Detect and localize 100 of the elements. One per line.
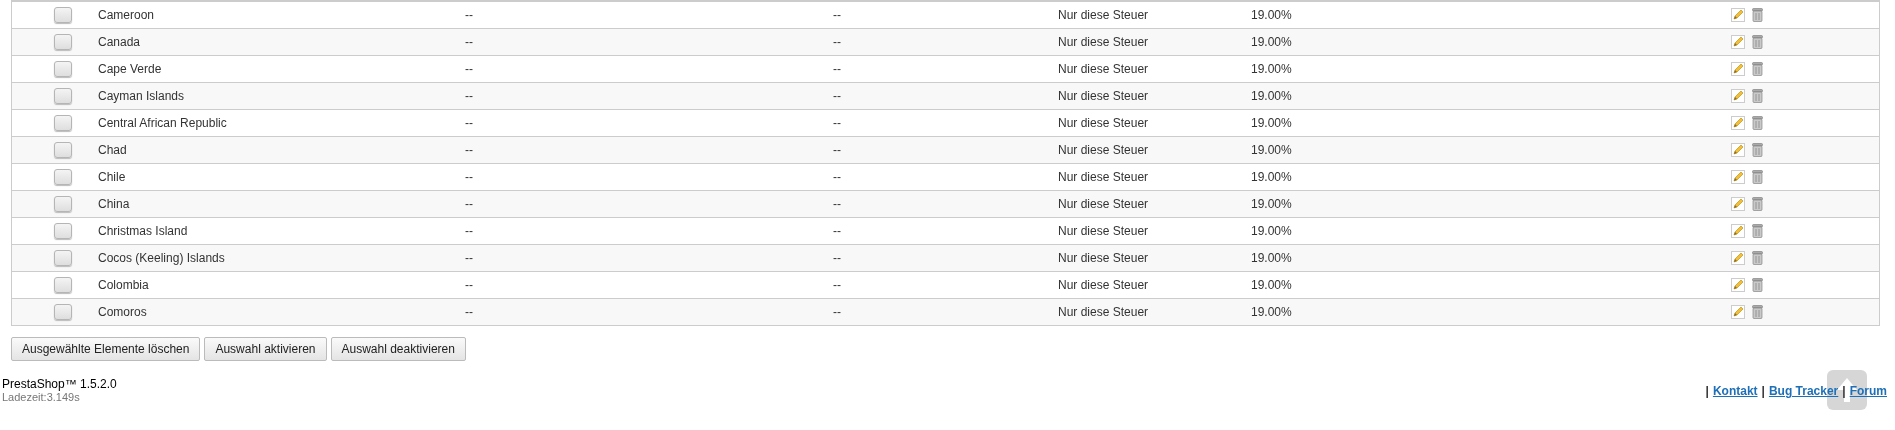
- footer-link[interactable]: Bug Tracker: [1768, 384, 1839, 398]
- description-cell-text: --: [833, 62, 842, 76]
- tax-cell-text: 19.00%: [1251, 251, 1293, 265]
- edit-icon[interactable]: [1731, 197, 1745, 211]
- tax-cell-text: 19.00%: [1251, 8, 1293, 22]
- delete-icon[interactable]: [1752, 62, 1763, 76]
- row-checkbox[interactable]: [54, 277, 72, 293]
- country-cell-text: Chile: [98, 170, 127, 184]
- zip-range-cell-text: --: [465, 251, 474, 265]
- zip-range-cell-text: --: [465, 8, 474, 22]
- row-checkbox[interactable]: [54, 250, 72, 266]
- delete-icon[interactable]: [1752, 224, 1763, 238]
- bulk-action-button[interactable]: Ausgewählte Elemente löschen: [11, 337, 201, 361]
- row-checkbox[interactable]: [54, 223, 72, 239]
- delete-icon[interactable]: [1752, 35, 1763, 49]
- behavior-cell-text: Nur diese Steuer: [1058, 197, 1150, 211]
- delete-icon[interactable]: [1752, 197, 1763, 211]
- delete-icon[interactable]: [1752, 89, 1763, 103]
- row-checkbox[interactable]: [54, 7, 72, 23]
- footer-link[interactable]: Kontakt: [1712, 384, 1758, 398]
- load-time-text: Ladezeit:3.149s: [2, 391, 81, 404]
- row-checkbox[interactable]: [54, 115, 72, 131]
- tax-cell-text: 19.00%: [1251, 62, 1293, 76]
- tax-cell-text: 19.00%: [1251, 143, 1293, 157]
- edit-icon[interactable]: [1731, 170, 1745, 184]
- bulk-action-button[interactable]: Auswahl aktivieren: [204, 337, 327, 361]
- country-cell-text: Central African Republic: [98, 116, 228, 130]
- description-cell-text: --: [833, 170, 842, 184]
- zip-range-cell-text: --: [465, 35, 474, 49]
- delete-icon[interactable]: [1752, 116, 1763, 130]
- country-cell-text: Cameroon: [98, 8, 156, 22]
- row-checkbox[interactable]: [54, 196, 72, 212]
- zip-range-cell-text: --: [465, 278, 474, 292]
- description-cell-text: --: [833, 35, 842, 49]
- behavior-cell-text: Nur diese Steuer: [1058, 278, 1150, 292]
- edit-icon[interactable]: [1731, 305, 1745, 319]
- zip-range-cell-text: --: [465, 305, 474, 319]
- description-cell-text: --: [833, 251, 842, 265]
- country-cell-text: China: [98, 197, 131, 211]
- delete-icon[interactable]: [1752, 251, 1763, 265]
- edit-icon[interactable]: [1731, 89, 1745, 103]
- edit-icon[interactable]: [1731, 278, 1745, 292]
- zip-range-cell-text: --: [465, 89, 474, 103]
- edit-icon[interactable]: [1731, 62, 1745, 76]
- edit-icon[interactable]: [1731, 35, 1745, 49]
- row-checkbox[interactable]: [54, 61, 72, 77]
- bulk-action-button[interactable]: Auswahl deaktivieren: [330, 337, 466, 361]
- zip-range-cell-text: --: [465, 62, 474, 76]
- behavior-cell-text: Nur diese Steuer: [1058, 224, 1150, 238]
- edit-icon[interactable]: [1731, 116, 1745, 130]
- description-cell-text: --: [833, 224, 842, 238]
- country-cell-text: Chad: [98, 143, 128, 157]
- version-text: PrestaShop™ 1.5.2.0: [2, 378, 117, 391]
- zip-range-cell-text: --: [465, 170, 474, 184]
- behavior-cell-text: Nur diese Steuer: [1058, 143, 1150, 157]
- tax-cell-text: 19.00%: [1251, 278, 1293, 292]
- footer-link[interactable]: Forum: [1849, 384, 1887, 398]
- country-cell-text: Comoros: [98, 305, 148, 319]
- delete-icon[interactable]: [1752, 8, 1763, 22]
- separator-text: |: [1705, 384, 1709, 398]
- row-checkbox[interactable]: [54, 88, 72, 104]
- description-cell-text: --: [833, 143, 842, 157]
- tax-cell-text: 19.00%: [1251, 116, 1293, 130]
- row-checkbox[interactable]: [54, 142, 72, 158]
- edit-icon[interactable]: [1731, 224, 1745, 238]
- behavior-cell-text: Nur diese Steuer: [1058, 251, 1150, 265]
- tax-cell-text: 19.00%: [1251, 197, 1293, 211]
- behavior-cell-text: Nur diese Steuer: [1058, 8, 1150, 22]
- edit-icon[interactable]: [1731, 8, 1745, 22]
- country-cell-text: Cape Verde: [98, 62, 163, 76]
- delete-icon[interactable]: [1752, 170, 1763, 184]
- tax-cell-text: 19.00%: [1251, 224, 1293, 238]
- country-cell-text: Cocos (Keeling) Islands: [98, 251, 226, 265]
- separator-text: |: [1842, 384, 1846, 398]
- country-cell-text: Colombia: [98, 278, 150, 292]
- zip-range-cell-text: --: [465, 224, 474, 238]
- country-cell-text: Christmas Island: [98, 224, 189, 238]
- edit-icon[interactable]: [1731, 143, 1745, 157]
- description-cell-text: --: [833, 116, 842, 130]
- description-cell-text: --: [833, 278, 842, 292]
- description-cell-text: --: [833, 89, 842, 103]
- row-checkbox[interactable]: [54, 34, 72, 50]
- delete-icon[interactable]: [1752, 278, 1763, 292]
- row-checkbox[interactable]: [54, 169, 72, 185]
- delete-icon[interactable]: [1752, 305, 1763, 319]
- zip-range-cell-text: --: [465, 116, 474, 130]
- behavior-cell-text: Nur diese Steuer: [1058, 116, 1150, 130]
- country-cell-text: Cayman Islands: [98, 89, 186, 103]
- tax-cell-text: 19.00%: [1251, 89, 1293, 103]
- behavior-cell-text: Nur diese Steuer: [1058, 89, 1150, 103]
- behavior-cell-text: Nur diese Steuer: [1058, 305, 1150, 319]
- behavior-cell-text: Nur diese Steuer: [1058, 35, 1150, 49]
- description-cell-text: --: [833, 197, 842, 211]
- description-cell-text: --: [833, 305, 842, 319]
- row-checkbox[interactable]: [54, 304, 72, 320]
- behavior-cell-text: Nur diese Steuer: [1058, 62, 1150, 76]
- edit-icon[interactable]: [1731, 251, 1745, 265]
- delete-icon[interactable]: [1752, 143, 1763, 157]
- country-cell-text: Canada: [98, 35, 142, 49]
- tax-cell-text: 19.00%: [1251, 170, 1293, 184]
